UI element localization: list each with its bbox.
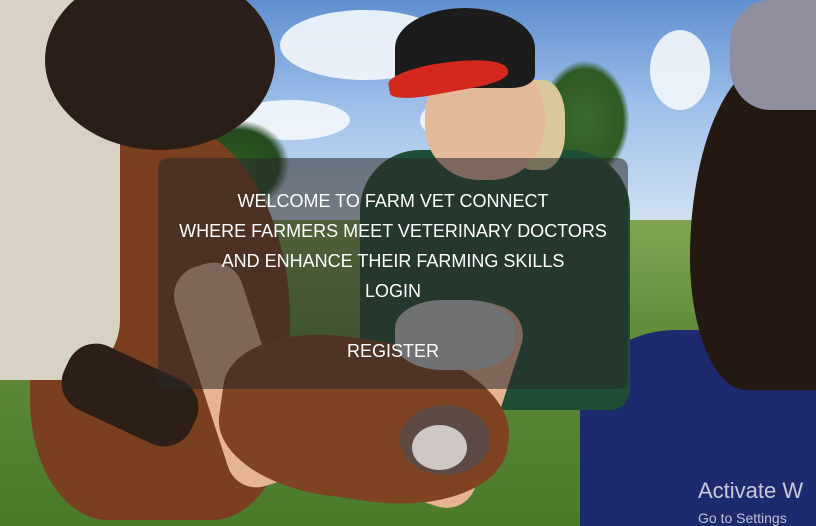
activation-watermark: Activate W — [698, 478, 804, 503]
welcome-panel: WELCOME TO FARM VET CONNECT WHERE FARMER… — [158, 158, 628, 389]
login-link[interactable]: LOGIN — [365, 276, 421, 306]
activation-watermark-subtitle: Go to Settings — [698, 510, 787, 526]
register-link[interactable]: REGISTER — [347, 336, 439, 366]
welcome-text: WELCOME TO FARM VET CONNECT WHERE FARMER… — [179, 186, 607, 276]
welcome-heading: WELCOME TO FARM VET CONNECT — [237, 191, 549, 211]
tagline-line-2: AND ENHANCE THEIR FARMING SKILLS — [221, 251, 565, 271]
tagline-line-1: WHERE FARMERS MEET VETERINARY DOCTORS — [179, 221, 607, 241]
